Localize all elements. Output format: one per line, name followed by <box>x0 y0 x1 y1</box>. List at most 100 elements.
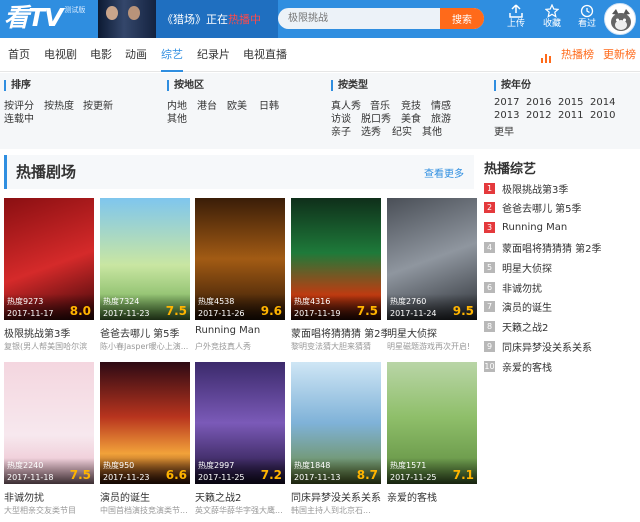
avatar[interactable] <box>604 3 636 35</box>
show-card[interactable]: 热度2997 2017-11-25 7.2 天籁之战2 英文薛华薛华字强大鹰... <box>195 362 285 522</box>
view-more-link[interactable]: 查看更多 <box>424 165 464 180</box>
filter-option[interactable]: 其他 <box>167 110 187 125</box>
score: 9.6 <box>260 304 282 318</box>
favorite-button[interactable]: 收藏 <box>536 3 568 33</box>
filter-option[interactable]: 其他 <box>422 123 442 138</box>
card-title[interactable]: 演员的诞生 <box>100 489 196 504</box>
poster-image[interactable]: 热度1571 2017-11-25 7.1 <box>387 362 477 484</box>
filter-option[interactable]: 日韩 <box>259 97 279 112</box>
filter-option[interactable]: 亲子 <box>331 123 351 138</box>
filter-option[interactable]: 2013 <box>494 110 519 121</box>
poster-image[interactable]: 热度1848 2017-11-13 8.7 <box>291 362 381 484</box>
card-title[interactable]: 极限挑战第3季 <box>4 325 100 340</box>
filter-option[interactable]: 2012 <box>526 110 551 121</box>
card-title[interactable]: 同床异梦没关系关系 <box>291 489 387 504</box>
heat-count: 热度1848 <box>294 461 331 470</box>
poster-image[interactable]: 热度2760 2017-11-24 9.5 <box>387 198 477 320</box>
upload-button[interactable]: 上传 <box>500 3 532 33</box>
rank-name: 演员的诞生 <box>502 303 552 315</box>
nav-variety[interactable]: 综艺 <box>161 38 183 72</box>
filter-option[interactable]: 选秀 <box>361 123 381 138</box>
history-button[interactable]: 看过 <box>571 3 603 33</box>
rank-item[interactable]: 2 爸爸去哪儿 第5季 <box>484 200 582 216</box>
card-title[interactable]: Running Man <box>195 325 291 336</box>
nav-home[interactable]: 首页 <box>8 38 30 72</box>
card-desc: 中国首档演技竞演类节... <box>100 506 188 515</box>
show-card[interactable]: 热度1848 2017-11-13 8.7 同床异梦没关系关系 韩国主持人到北京石... <box>291 362 381 522</box>
poster-image[interactable]: 热度7324 2017-11-23 7.5 <box>100 198 190 320</box>
rank-item[interactable]: 4 蒙面唱将猜猜猜 第2季 <box>484 239 602 255</box>
hot-rank-link[interactable]: 热播榜 <box>561 38 594 72</box>
card-title[interactable]: 爸爸去哪儿 第5季 <box>100 325 196 340</box>
filter-option[interactable]: 纪实 <box>392 123 412 138</box>
poster-image[interactable]: 热度950 2017-11-23 6.6 <box>100 362 190 484</box>
score: 7.5 <box>356 304 378 318</box>
search-input[interactable] <box>278 8 438 29</box>
score: 8.0 <box>69 304 91 318</box>
update-date: 2017-11-25 <box>390 473 437 482</box>
show-card[interactable]: 热度4316 2017-11-19 7.5 蒙面唱将猜猜猜 第2季 黎明变法猜大胆来猜猜 <box>291 198 387 358</box>
rank-item[interactable]: 6 非诚勿扰 <box>484 279 542 295</box>
update-date: 2017-11-17 <box>7 309 54 318</box>
filter-option[interactable]: 2010 <box>590 110 615 121</box>
filter-option[interactable]: 2014 <box>590 97 615 108</box>
heat-count: 热度4316 <box>294 297 331 306</box>
rank-item[interactable]: 5 明星大侦探 <box>484 259 552 275</box>
score: 7.5 <box>69 468 91 482</box>
show-card[interactable]: 热度1571 2017-11-25 7.1 亲爱的客栈 <box>387 362 477 522</box>
nav-live-tv[interactable]: 电视直播 <box>243 38 287 72</box>
rank-name: 同床异梦没关系关系 <box>502 342 592 354</box>
nav-documentary[interactable]: 纪录片 <box>197 38 230 72</box>
filter-option[interactable]: 2015 <box>558 97 583 108</box>
poster-image[interactable]: 热度9273 2017-11-17 8.0 <box>4 198 94 320</box>
card-title[interactable]: 天籁之战2 <box>195 489 291 504</box>
filter-option[interactable]: 按更新 <box>83 97 113 112</box>
rank-item[interactable]: 3 Running Man <box>484 220 567 236</box>
rank-number: 8 <box>484 321 495 333</box>
card-desc: 复银(男人帮美国哈尔滨 <box>4 342 88 351</box>
card-title[interactable]: 明星大侦探 <box>387 325 483 340</box>
show-card[interactable]: 热度4538 2017-11-26 9.6 Running Man 户外竞技真人秀 <box>195 198 285 358</box>
search-box: 搜索 <box>278 8 484 29</box>
filter-option[interactable]: 2011 <box>558 110 583 121</box>
rank-item[interactable]: 10 亲爱的客栈 <box>484 358 552 374</box>
logo[interactable]: 看TV 测试版 <box>4 3 85 33</box>
poster-image[interactable]: 热度4316 2017-11-19 7.5 <box>291 198 381 320</box>
rank-number: 2 <box>484 202 495 214</box>
update-date: 2017-11-24 <box>390 309 437 318</box>
filter-option[interactable]: 港台 <box>197 97 217 112</box>
nav-tv-series[interactable]: 电视剧 <box>44 38 77 72</box>
show-card[interactable]: 热度950 2017-11-23 6.6 演员的诞生 中国首档演技竞演类节... <box>100 362 190 522</box>
show-card[interactable]: 热度7324 2017-11-23 7.5 爸爸去哪儿 第5季 陈小春Jasper暖心上… <box>100 198 190 358</box>
show-card[interactable]: 热度2760 2017-11-24 9.5 明星大侦探 明星磁题游戏再次开启! <box>387 198 477 358</box>
rank-number: 9 <box>484 340 495 352</box>
filter-option[interactable]: 2017 <box>494 97 519 108</box>
promo-banner[interactable]: 《猎场》正在热播中 <box>98 0 278 38</box>
filter-option[interactable]: 2016 <box>526 97 551 108</box>
rank-item[interactable]: 7 演员的诞生 <box>484 299 552 315</box>
rank-number: 10 <box>484 360 495 372</box>
nav-movies[interactable]: 电影 <box>90 38 112 72</box>
show-card[interactable]: 热度2240 2017-11-18 7.5 非诚勿扰 大型相亲交友类节目 <box>4 362 94 522</box>
rank-name: 亲爱的客栈 <box>502 362 552 374</box>
poster-image[interactable]: 热度2240 2017-11-18 7.5 <box>4 362 94 484</box>
promo-image <box>98 0 156 38</box>
nav-animation[interactable]: 动画 <box>125 38 147 72</box>
rank-item[interactable]: 9 同床异梦没关系关系 <box>484 338 592 354</box>
heat-count: 热度1571 <box>390 461 427 470</box>
poster-image[interactable]: 热度4538 2017-11-26 9.6 <box>195 198 285 320</box>
filter-option[interactable]: 按热度 <box>44 97 74 112</box>
card-title[interactable]: 亲爱的客栈 <box>387 489 483 504</box>
rank-item[interactable]: 8 天籁之战2 <box>484 319 548 335</box>
search-button[interactable]: 搜索 <box>440 8 484 29</box>
card-title[interactable]: 蒙面唱将猜猜猜 第2季 <box>291 325 387 340</box>
card-title[interactable]: 非诚勿扰 <box>4 489 100 504</box>
poster-image[interactable]: 热度2997 2017-11-25 7.2 <box>195 362 285 484</box>
rank-item[interactable]: 1 极限挑战第3季 <box>484 180 568 196</box>
filter-option[interactable]: 欧美 <box>227 97 247 112</box>
filter-option[interactable]: 连载中 <box>4 110 34 125</box>
filter-option[interactable]: 更早 <box>494 123 514 138</box>
rank-number: 3 <box>484 222 495 234</box>
show-card[interactable]: 热度9273 2017-11-17 8.0 极限挑战第3季 复银(男人帮美国哈尔滨 <box>4 198 94 358</box>
update-rank-link[interactable]: 更新榜 <box>603 38 636 72</box>
